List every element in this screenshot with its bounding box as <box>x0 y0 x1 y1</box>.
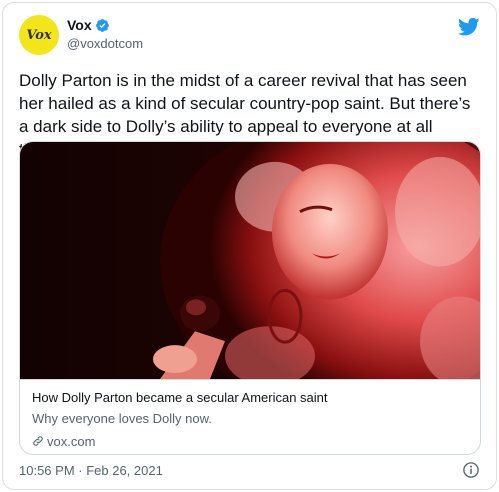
twitter-bird-icon[interactable] <box>458 17 480 37</box>
card-title[interactable]: How Dolly Parton became a secular Americ… <box>32 390 468 408</box>
card-domain-row: vox.com <box>32 432 468 450</box>
card-domain: vox.com <box>47 433 96 449</box>
tweet-card[interactable]: Vox Vox @voxdotcom Dolly Parton is in th… <box>2 2 497 490</box>
card-meta: How Dolly Parton became a secular Americ… <box>32 390 468 450</box>
info-icon[interactable] <box>462 461 480 479</box>
tweet-header: Vox Vox @voxdotcom <box>19 15 480 63</box>
link-preview-card[interactable]: How Dolly Parton became a secular Americ… <box>19 141 481 455</box>
card-description: Why everyone loves Dolly now. <box>32 411 212 426</box>
tweet-timestamp[interactable]: 10:56 PM · Feb 26, 2021 <box>19 463 163 478</box>
avatar[interactable]: Vox <box>19 15 59 55</box>
link-icon <box>33 436 43 446</box>
verified-badge-icon <box>95 18 109 32</box>
display-name[interactable]: Vox <box>67 17 92 33</box>
author-handle[interactable]: @voxdotcom <box>67 36 143 51</box>
card-image[interactable] <box>20 142 481 380</box>
avatar-logo-text: Vox <box>26 27 52 43</box>
author-names[interactable]: Vox @voxdotcom <box>67 16 143 51</box>
